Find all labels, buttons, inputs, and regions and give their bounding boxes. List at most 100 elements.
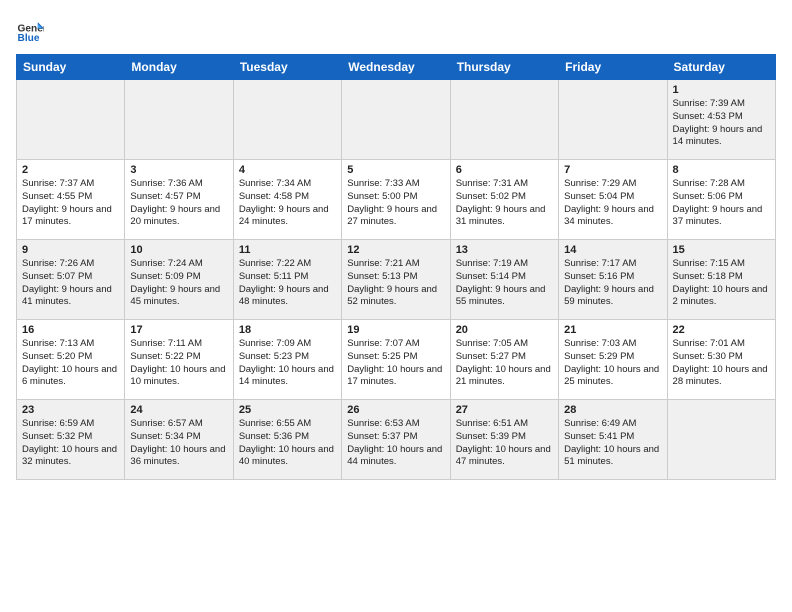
day-number: 1 <box>673 84 770 96</box>
day-number: 4 <box>239 164 336 176</box>
day-number: 9 <box>22 244 119 256</box>
calendar-cell: 15 Sunrise: 7:15 AMSunset: 5:18 PMDayligh… <box>667 240 775 320</box>
calendar-cell: 28 Sunrise: 6:49 AMSunset: 5:41 PMDayligh… <box>559 400 667 480</box>
day-number: 7 <box>564 164 661 176</box>
calendar-cell: 22 Sunrise: 7:01 AMSunset: 5:30 PMDayligh… <box>667 320 775 400</box>
day-info: Sunrise: 7:13 AMSunset: 5:20 PMDaylight:… <box>22 338 119 389</box>
day-info: Sunrise: 7:37 AMSunset: 4:55 PMDaylight:… <box>22 178 119 229</box>
day-number: 11 <box>239 244 336 256</box>
calendar-cell: 7 Sunrise: 7:29 AMSunset: 5:04 PMDaylight… <box>559 160 667 240</box>
week-row-4: 16 Sunrise: 7:13 AMSunset: 5:20 PMDayligh… <box>17 320 776 400</box>
calendar-cell: 20 Sunrise: 7:05 AMSunset: 5:27 PMDayligh… <box>450 320 558 400</box>
weekday-header-monday: Monday <box>125 55 233 80</box>
day-number: 8 <box>673 164 770 176</box>
day-info: Sunrise: 7:39 AMSunset: 4:53 PMDaylight:… <box>673 98 770 149</box>
calendar-cell: 25 Sunrise: 6:55 AMSunset: 5:36 PMDayligh… <box>233 400 341 480</box>
day-number: 23 <box>22 404 119 416</box>
calendar-cell <box>342 80 450 160</box>
calendar-cell <box>125 80 233 160</box>
day-number: 12 <box>347 244 444 256</box>
calendar-cell: 2 Sunrise: 7:37 AMSunset: 4:55 PMDaylight… <box>17 160 125 240</box>
day-info: Sunrise: 6:59 AMSunset: 5:32 PMDaylight:… <box>22 418 119 469</box>
day-info: Sunrise: 7:19 AMSunset: 5:14 PMDaylight:… <box>456 258 553 309</box>
calendar-cell: 10Sunrise: 7:24 AMSunset: 5:09 PMDayligh… <box>125 240 233 320</box>
logo: General Blue <box>16 16 48 44</box>
day-info: Sunrise: 7:17 AMSunset: 5:16 PMDaylight:… <box>564 258 661 309</box>
calendar-cell: 26 Sunrise: 6:53 AMSunset: 5:37 PMDayligh… <box>342 400 450 480</box>
day-info: Sunrise: 7:26 AMSunset: 5:07 PMDaylight:… <box>22 258 119 309</box>
calendar-cell: 9 Sunrise: 7:26 AMSunset: 5:07 PMDaylight… <box>17 240 125 320</box>
day-number: 18 <box>239 324 336 336</box>
day-info: Sunrise: 6:53 AMSunset: 5:37 PMDaylight:… <box>347 418 444 469</box>
day-info: Sunrise: 7:01 AMSunset: 5:30 PMDaylight:… <box>673 338 770 389</box>
calendar-cell: 14 Sunrise: 7:17 AMSunset: 5:16 PMDayligh… <box>559 240 667 320</box>
calendar-cell: 1 Sunrise: 7:39 AMSunset: 4:53 PMDaylight… <box>667 80 775 160</box>
calendar-cell: 17 Sunrise: 7:11 AMSunset: 5:22 PMDayligh… <box>125 320 233 400</box>
week-row-1: 1 Sunrise: 7:39 AMSunset: 4:53 PMDaylight… <box>17 80 776 160</box>
day-number: 3 <box>130 164 227 176</box>
svg-text:Blue: Blue <box>18 33 40 44</box>
weekday-header-row: SundayMondayTuesdayWednesdayThursdayFrid… <box>17 55 776 80</box>
calendar-cell: 13 Sunrise: 7:19 AMSunset: 5:14 PMDayligh… <box>450 240 558 320</box>
calendar-cell: 12 Sunrise: 7:21 AMSunset: 5:13 PMDayligh… <box>342 240 450 320</box>
calendar-cell: 3 Sunrise: 7:36 AMSunset: 4:57 PMDaylight… <box>125 160 233 240</box>
header: General Blue <box>16 16 776 44</box>
day-number: 28 <box>564 404 661 416</box>
calendar-cell <box>559 80 667 160</box>
calendar-cell: 27 Sunrise: 6:51 AMSunset: 5:39 PMDayligh… <box>450 400 558 480</box>
day-info: Sunrise: 7:29 AMSunset: 5:04 PMDaylight:… <box>564 178 661 229</box>
weekday-header-saturday: Saturday <box>667 55 775 80</box>
calendar-cell: 21 Sunrise: 7:03 AMSunset: 5:29 PMDayligh… <box>559 320 667 400</box>
day-number: 24 <box>130 404 227 416</box>
week-row-3: 9 Sunrise: 7:26 AMSunset: 5:07 PMDaylight… <box>17 240 776 320</box>
day-number: 14 <box>564 244 661 256</box>
day-info: Sunrise: 7:24 AMSunset: 5:09 PMDaylight:… <box>130 258 227 309</box>
day-info: Sunrise: 6:57 AMSunset: 5:34 PMDaylight:… <box>130 418 227 469</box>
day-info: Sunrise: 7:09 AMSunset: 5:23 PMDaylight:… <box>239 338 336 389</box>
day-info: Sunrise: 7:28 AMSunset: 5:06 PMDaylight:… <box>673 178 770 229</box>
day-info: Sunrise: 7:34 AMSunset: 4:58 PMDaylight:… <box>239 178 336 229</box>
day-info: Sunrise: 6:51 AMSunset: 5:39 PMDaylight:… <box>456 418 553 469</box>
day-number: 21 <box>564 324 661 336</box>
day-info: Sunrise: 7:03 AMSunset: 5:29 PMDaylight:… <box>564 338 661 389</box>
day-number: 25 <box>239 404 336 416</box>
calendar-cell: 4 Sunrise: 7:34 AMSunset: 4:58 PMDaylight… <box>233 160 341 240</box>
day-number: 13 <box>456 244 553 256</box>
day-info: Sunrise: 7:07 AMSunset: 5:25 PMDaylight:… <box>347 338 444 389</box>
day-number: 15 <box>673 244 770 256</box>
calendar-cell: 19 Sunrise: 7:07 AMSunset: 5:25 PMDayligh… <box>342 320 450 400</box>
calendar-cell: 18 Sunrise: 7:09 AMSunset: 5:23 PMDayligh… <box>233 320 341 400</box>
day-number: 22 <box>673 324 770 336</box>
day-info: Sunrise: 7:05 AMSunset: 5:27 PMDaylight:… <box>456 338 553 389</box>
day-info: Sunrise: 7:21 AMSunset: 5:13 PMDaylight:… <box>347 258 444 309</box>
day-number: 20 <box>456 324 553 336</box>
day-number: 19 <box>347 324 444 336</box>
day-info: Sunrise: 7:33 AMSunset: 5:00 PMDaylight:… <box>347 178 444 229</box>
day-number: 6 <box>456 164 553 176</box>
day-number: 17 <box>130 324 227 336</box>
weekday-header-friday: Friday <box>559 55 667 80</box>
calendar-cell: 6Sunrise: 7:31 AMSunset: 5:02 PMDaylight… <box>450 160 558 240</box>
calendar-cell: 23 Sunrise: 6:59 AMSunset: 5:32 PMDayligh… <box>17 400 125 480</box>
calendar: SundayMondayTuesdayWednesdayThursdayFrid… <box>16 54 776 480</box>
calendar-cell <box>450 80 558 160</box>
weekday-header-thursday: Thursday <box>450 55 558 80</box>
day-info: Sunrise: 6:55 AMSunset: 5:36 PMDaylight:… <box>239 418 336 469</box>
weekday-header-wednesday: Wednesday <box>342 55 450 80</box>
calendar-cell: 8 Sunrise: 7:28 AMSunset: 5:06 PMDaylight… <box>667 160 775 240</box>
day-info: Sunrise: 6:49 AMSunset: 5:41 PMDaylight:… <box>564 418 661 469</box>
weekday-header-tuesday: Tuesday <box>233 55 341 80</box>
calendar-cell: 11Sunrise: 7:22 AMSunset: 5:11 PMDayligh… <box>233 240 341 320</box>
day-number: 16 <box>22 324 119 336</box>
day-info: Sunrise: 7:11 AMSunset: 5:22 PMDaylight:… <box>130 338 227 389</box>
day-number: 26 <box>347 404 444 416</box>
day-info: Sunrise: 7:15 AMSunset: 5:18 PMDaylight:… <box>673 258 770 309</box>
calendar-cell: 24 Sunrise: 6:57 AMSunset: 5:34 PMDayligh… <box>125 400 233 480</box>
day-number: 5 <box>347 164 444 176</box>
calendar-cell <box>667 400 775 480</box>
day-info: Sunrise: 7:36 AMSunset: 4:57 PMDaylight:… <box>130 178 227 229</box>
day-number: 27 <box>456 404 553 416</box>
day-number: 2 <box>22 164 119 176</box>
calendar-cell <box>17 80 125 160</box>
week-row-2: 2 Sunrise: 7:37 AMSunset: 4:55 PMDaylight… <box>17 160 776 240</box>
